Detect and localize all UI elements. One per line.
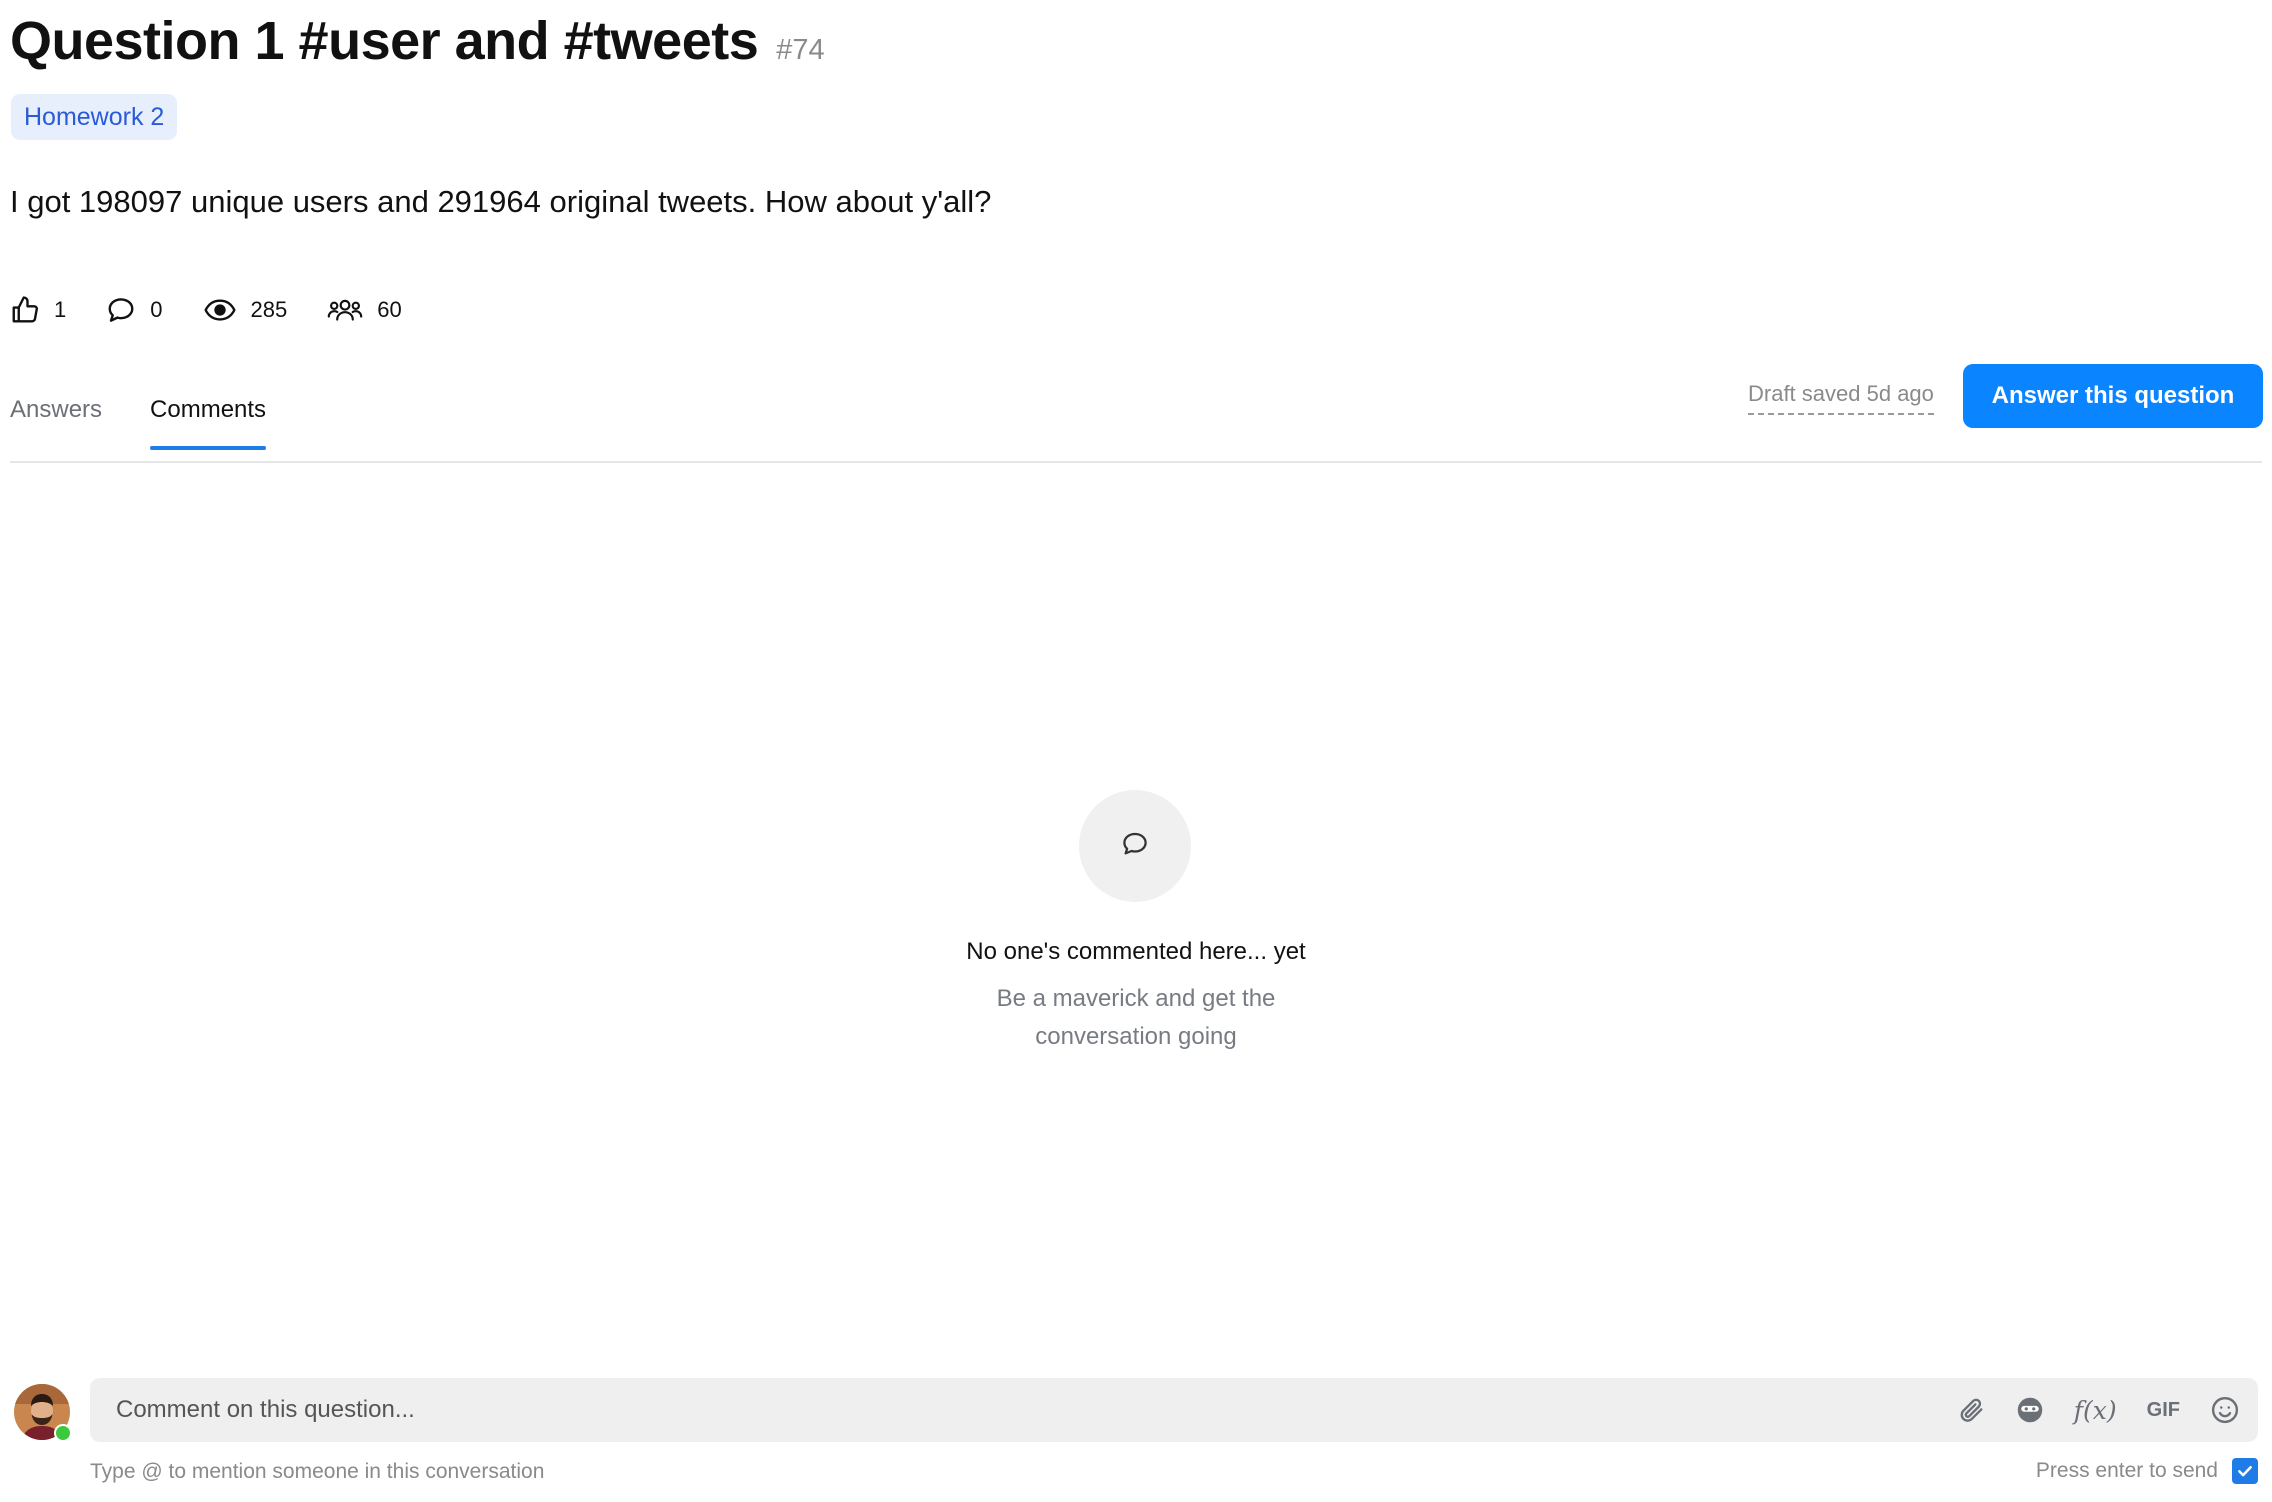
- paperclip-icon[interactable]: [1958, 1396, 1986, 1424]
- enter-to-send-label: Press enter to send: [2035, 1459, 2218, 1482]
- like-count: 1: [54, 297, 67, 322]
- comment-icon: [106, 295, 136, 325]
- view-count: 285: [250, 297, 288, 322]
- participants-stat: 60: [327, 295, 402, 325]
- like-stat[interactable]: 1: [10, 295, 66, 325]
- enter-to-send-toggle: Press enter to send: [2036, 1458, 2258, 1484]
- online-status-dot: [54, 1424, 72, 1442]
- category-tag[interactable]: Homework 2: [11, 94, 178, 140]
- composer-toolbar: f(x) GIF: [1928, 1395, 2258, 1425]
- gif-button[interactable]: GIF: [2147, 1399, 2180, 1422]
- comment-stat: 0: [106, 295, 163, 325]
- answer-question-button[interactable]: Answer this question: [1963, 364, 2263, 428]
- title-row: Question 1 #user and #tweets #74: [10, 10, 825, 72]
- emoji-icon[interactable]: [2210, 1395, 2240, 1425]
- empty-state-subtitle: Be a maverick and get the conversation g…: [996, 985, 1276, 1050]
- empty-state-icon-circle: [1079, 790, 1191, 902]
- question-body: I got 198097 unique users and 291964 ori…: [10, 184, 992, 219]
- avatar[interactable]: [14, 1384, 72, 1442]
- speech-bubble-icon: [1120, 829, 1150, 864]
- tab-comments[interactable]: Comments: [150, 396, 267, 450]
- checkmark-icon: [2238, 1465, 2252, 1477]
- anonymous-mask-icon[interactable]: [2016, 1396, 2044, 1424]
- tab-answers[interactable]: Answers: [10, 396, 102, 446]
- participant-count: 60: [377, 297, 402, 322]
- thumbs-up-icon[interactable]: [10, 295, 40, 325]
- draft-status[interactable]: Draft saved 5d ago: [1748, 381, 1934, 415]
- comment-box: f(x) GIF: [90, 1377, 2258, 1443]
- eye-icon: [203, 295, 237, 325]
- views-stat: 285: [203, 295, 288, 325]
- tab-divider: [10, 461, 2262, 463]
- empty-state-title: No one's commented here... yet: [966, 938, 1306, 965]
- stats-bar: 1 0 285 60: [10, 292, 442, 328]
- enter-to-send-checkbox[interactable]: [2232, 1458, 2258, 1484]
- question-page: Question 1 #user and #tweets #74 Homewor…: [0, 0, 2272, 1502]
- question-number: #74: [776, 34, 825, 66]
- comment-count: 0: [150, 297, 163, 322]
- equation-button[interactable]: f(x): [2074, 1396, 2117, 1425]
- mention-hint: Type @ to mention someone in this conver…: [90, 1460, 545, 1483]
- people-group-icon: [327, 295, 363, 325]
- comment-input[interactable]: [114, 1377, 1928, 1443]
- question-title: Question 1 #user and #tweets: [10, 11, 759, 71]
- tab-bar: Answers Comments: [10, 396, 314, 450]
